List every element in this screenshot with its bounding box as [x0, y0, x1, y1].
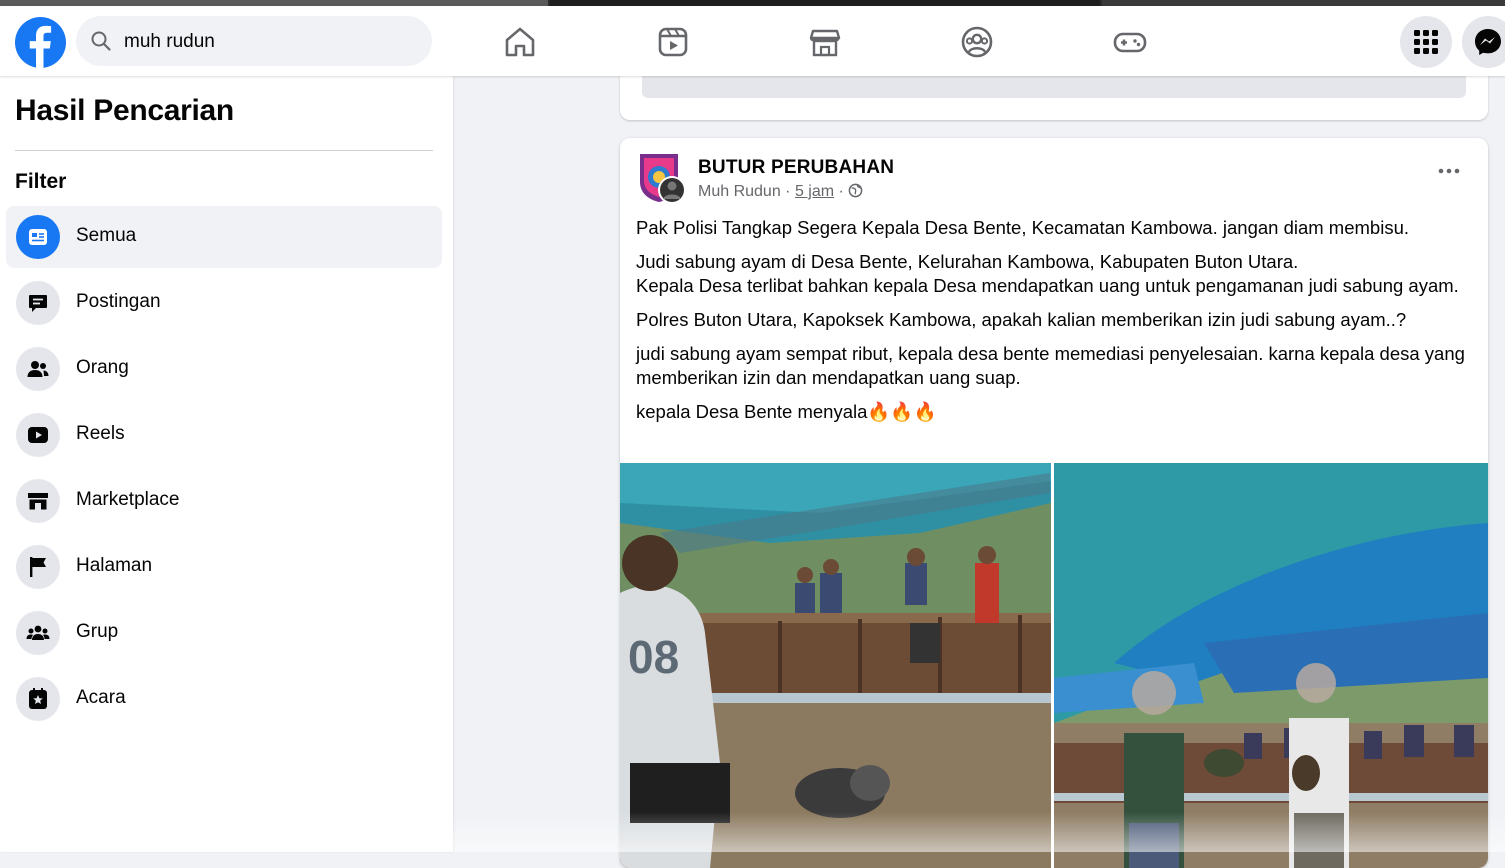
groups-icon	[16, 611, 60, 655]
post-photos: 08	[620, 463, 1488, 868]
page-title: Hasil Pencarian	[15, 94, 234, 127]
filter-item-grup[interactable]: Grup	[6, 602, 442, 664]
post-author[interactable]: Muh Rudun	[698, 183, 781, 200]
post-paragraph: kepala Desa Bente menyala🔥🔥🔥	[636, 401, 937, 422]
filter-heading: Filter	[15, 170, 67, 193]
svg-text:08: 08	[628, 631, 679, 683]
post-photo[interactable]	[1054, 463, 1488, 868]
meta-separator: ·	[785, 183, 791, 200]
post-meta: Muh Rudun · 5 jam ·	[698, 183, 863, 201]
post-paragraph: judi sabung ayam sempat ribut, kepala de…	[636, 343, 1465, 388]
globe-icon	[848, 183, 863, 198]
filter-item-orang[interactable]: Orang	[6, 338, 442, 400]
menu-grid-icon	[1414, 30, 1438, 54]
post-paragraph: Pak Polisi Tangkap Segera Kepala Desa Be…	[636, 217, 1409, 238]
filter-item-reels[interactable]: Reels	[6, 404, 442, 466]
search-input[interactable]	[122, 16, 426, 68]
gaming-icon[interactable]	[1110, 22, 1150, 62]
home-icon[interactable]	[500, 22, 540, 62]
filter-item-semua[interactable]: Semua	[6, 206, 442, 268]
group-name[interactable]: BUTUR PERUBAHAN	[698, 157, 894, 179]
posts-icon	[16, 281, 60, 325]
marketplace-icon	[16, 479, 60, 523]
flag-icon	[16, 545, 60, 589]
filter-item-label: Reels	[76, 423, 125, 444]
post-paragraph: Polres Buton Utara, Kapoksek Kambowa, ap…	[636, 309, 1407, 330]
post-text: Pak Polisi Tangkap Segera Kepala Desa Be…	[636, 216, 1476, 434]
filter-item-label: Halaman	[76, 555, 153, 576]
post-paragraph: Judi sabung ayam di Desa Bente, Keluraha…	[636, 251, 1459, 296]
filter-item-label: Postingan	[76, 291, 161, 312]
facebook-logo[interactable]	[15, 17, 66, 68]
search-icon	[90, 30, 112, 57]
more-options-button[interactable]	[1434, 164, 1464, 176]
filter-item-acara[interactable]: Acara	[6, 668, 442, 730]
filter-item-label: Acara	[76, 687, 126, 708]
event-icon	[16, 677, 60, 721]
marketplace-icon[interactable]	[805, 22, 845, 62]
groups-icon[interactable]	[957, 22, 997, 62]
feed-icon	[16, 215, 60, 259]
filter-item-marketplace[interactable]: Marketplace	[6, 470, 442, 532]
filter-item-postingan[interactable]: Postingan	[6, 272, 442, 334]
filter-item-label: Marketplace	[76, 489, 180, 510]
messenger-icon	[1475, 29, 1501, 55]
group-avatar[interactable]	[636, 152, 688, 204]
search-results-sidebar: Hasil Pencarian Filter Semua Postingan O…	[0, 76, 453, 852]
filter-item-label: Grup	[76, 621, 119, 642]
reels-icon	[16, 413, 60, 457]
search-box[interactable]	[76, 16, 432, 68]
top-navbar	[0, 6, 1505, 76]
meta-separator: ·	[838, 183, 844, 200]
filter-item-label: Semua	[76, 225, 137, 246]
filter-item-halaman[interactable]: Halaman	[6, 536, 442, 598]
post-time[interactable]: 5 jam	[795, 183, 834, 200]
menu-grid-button[interactable]	[1400, 16, 1452, 68]
post-card: BUTUR PERUBAHAN Muh Rudun · 5 jam · Pak …	[620, 138, 1488, 868]
divider	[15, 150, 433, 151]
filter-item-label: Orang	[76, 357, 129, 378]
people-icon	[16, 347, 60, 391]
more-dots-icon	[1438, 168, 1460, 174]
post-photo[interactable]: 08	[620, 463, 1051, 868]
reels-icon[interactable]	[653, 22, 693, 62]
messenger-button[interactable]	[1462, 16, 1505, 68]
